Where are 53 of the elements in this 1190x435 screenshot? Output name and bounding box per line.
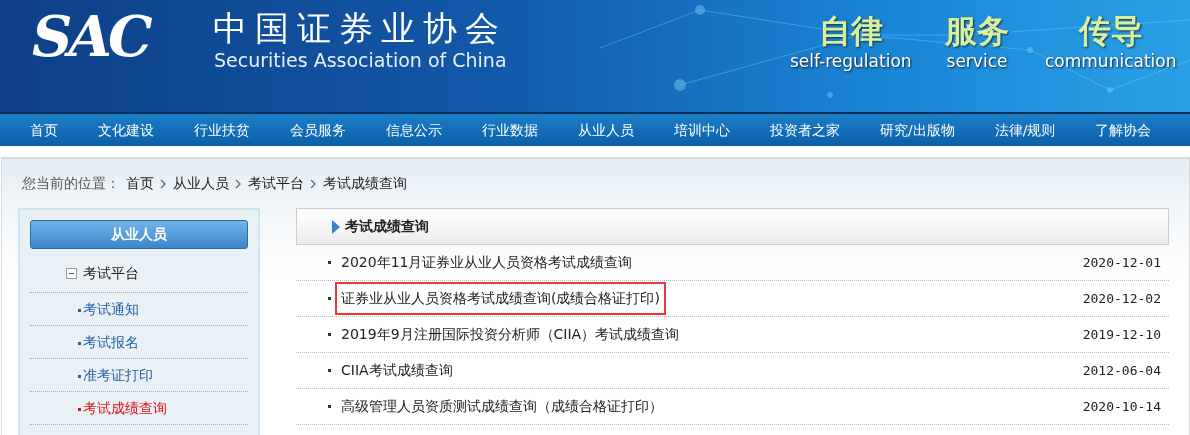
collapse-toggle-icon[interactable]: [66, 268, 77, 279]
bullet-icon: [328, 333, 331, 336]
nav-link[interactable]: 从业人员: [578, 119, 634, 141]
breadcrumb-link[interactable]: 考试平台: [248, 173, 304, 194]
slogan-heading: 服务: [945, 14, 1009, 50]
breadcrumb-label: 您当前的位置：: [22, 174, 120, 193]
nav-link[interactable]: 行业数据: [482, 119, 538, 141]
breadcrumb-link[interactable]: 从业人员: [173, 173, 229, 194]
bullet-icon: [328, 405, 331, 408]
section-title: 考试成绩查询: [345, 217, 429, 236]
triangle-icon: [331, 218, 341, 235]
date-text: 2019-12-10: [1082, 325, 1161, 344]
sidebar-item[interactable]: 考试通知: [30, 293, 248, 326]
result-link[interactable]: 2020年11月证券业从业人员资格考试成绩查询: [335, 246, 639, 279]
logo[interactable]: SAC: [32, 8, 149, 64]
bullet-icon: [328, 261, 331, 264]
date-text: 2020-12-01: [1082, 253, 1161, 272]
slogan-heading: 自律: [818, 14, 883, 50]
breadcrumb-link[interactable]: 首页: [126, 173, 154, 194]
sidebar-item[interactable]: 考试报名: [30, 326, 248, 359]
nav-link[interactable]: 培训中心: [674, 119, 730, 141]
bullet-icon: [328, 297, 331, 300]
date-text: 2020-10-14: [1082, 397, 1161, 416]
sidebar-item[interactable]: 准考证打印: [30, 359, 248, 392]
slogan-heading: 传导: [1078, 14, 1143, 50]
date-text: 2012-06-04: [1082, 361, 1161, 380]
breadcrumb-link[interactable]: 考试成绩查询: [323, 173, 407, 194]
chevron-icon: [160, 178, 167, 189]
sidebar-group-label[interactable]: 考试平台: [83, 263, 139, 284]
site-title: 中国证券业协会: [213, 10, 507, 48]
nav-link[interactable]: 研究/出版物: [880, 119, 955, 141]
nav-link[interactable]: 首页: [30, 119, 58, 141]
nav-link[interactable]: 行业扶贫: [194, 119, 250, 141]
site-subtitle: Securities Association of China: [214, 50, 507, 71]
result-link[interactable]: 证券业从业人员资格考试成绩查询(成绩合格证打印): [335, 282, 666, 315]
slogan-caption: service: [946, 50, 1008, 74]
nav-link[interactable]: 了解协会: [1095, 119, 1152, 141]
date-text: 2020-12-02: [1082, 289, 1161, 308]
nav-link[interactable]: 信息公示: [386, 119, 442, 141]
bullet-icon: [328, 369, 331, 372]
nav-link[interactable]: 会员服务: [290, 119, 346, 141]
slogan-caption: communication: [1045, 50, 1177, 74]
result-link[interactable]: 2019年9月注册国际投资分析师（CIIA）考试成绩查询: [335, 318, 686, 351]
result-link[interactable]: 高级管理人员资质测试成绩查询（成绩合格证打印）: [335, 390, 669, 423]
sidebar-heading-button[interactable]: 从业人员: [30, 220, 248, 249]
slogan-caption: self-regulation: [790, 50, 912, 74]
nav-link[interactable]: 投资者之家: [770, 119, 840, 141]
nav-link[interactable]: 文化建设: [98, 119, 154, 141]
nav-link[interactable]: 法律/规则: [994, 119, 1056, 141]
sidebar-item[interactable]: 考试成绩查询: [30, 392, 248, 425]
chevron-icon: [310, 178, 317, 189]
chevron-icon: [235, 178, 242, 189]
result-link[interactable]: CIIA考试成绩查询: [335, 354, 459, 387]
